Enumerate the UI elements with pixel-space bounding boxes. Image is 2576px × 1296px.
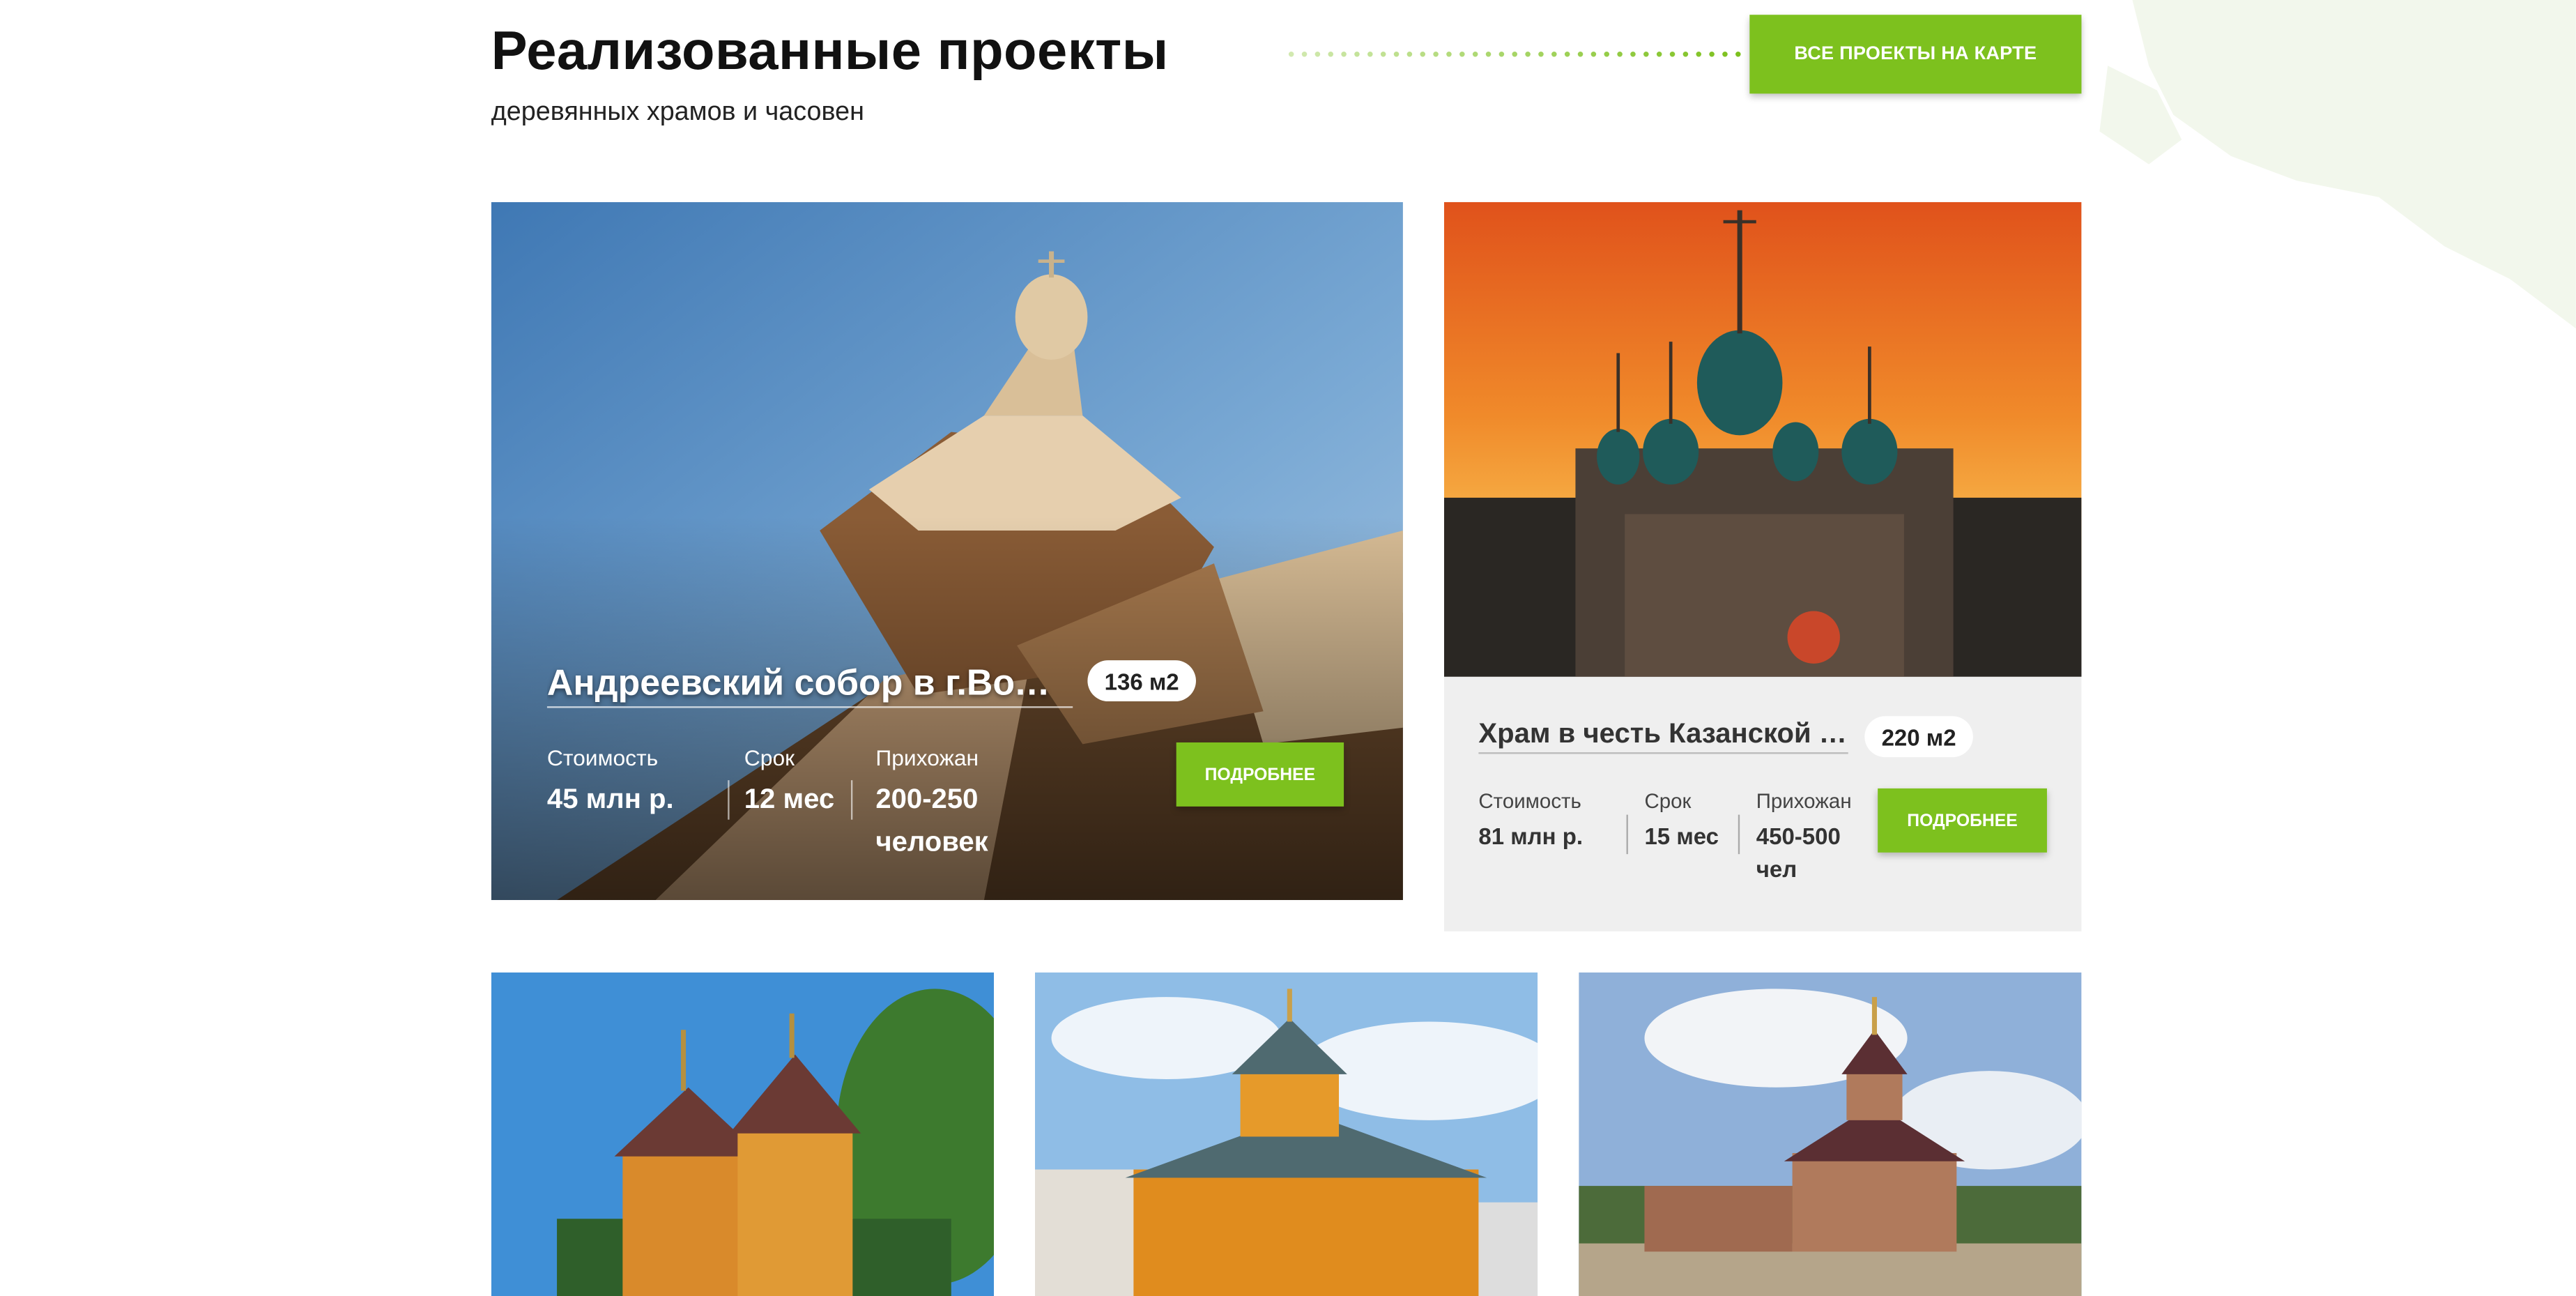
project-title[interactable]: Андреевский собор в г.Волх... (546, 662, 1073, 708)
term-label: Срок (1644, 790, 1692, 814)
cost-label: Стоимость (546, 745, 659, 771)
project-card-5[interactable] (1579, 972, 2082, 1296)
divider-dot (1656, 51, 1662, 57)
divider-dot (1367, 51, 1373, 57)
term-stat: Срок 12 мес (744, 746, 859, 821)
details-button[interactable]: ПОДРОБНЕЕ (1878, 788, 2047, 853)
divider-dot (1617, 51, 1623, 57)
parish-value: 450-500 чел (1756, 823, 1841, 883)
project-photo-2 (1443, 201, 2082, 677)
project-title[interactable]: Храм в честь Казанской и... (1478, 718, 1848, 754)
project-photo-4 (1034, 972, 1538, 1296)
divider-dot (1630, 51, 1636, 57)
all-projects-map-button[interactable]: ВСЕ ПРОЕКТЫ НА КАРТЕ (1749, 15, 2082, 94)
divider-dot (1314, 51, 1321, 57)
divider-dot (1525, 51, 1531, 57)
area-badge: 220 м2 (1864, 716, 1973, 758)
divider-dot (1354, 51, 1360, 57)
project-card-2[interactable]: Храм в честь Казанской и... 220 м2 Стоим… (1443, 201, 2082, 931)
parish-value: 200-250 человек (875, 783, 988, 857)
divider-dot (1472, 51, 1478, 57)
divider-dot (1288, 51, 1294, 57)
cost-value: 45 млн р. (546, 783, 674, 815)
divider-dot (1722, 51, 1728, 57)
term-label: Срок (744, 745, 795, 771)
divider-dot (1682, 51, 1689, 57)
divider-dot (1643, 51, 1649, 57)
divider-dot (1420, 51, 1426, 57)
divider (850, 780, 853, 820)
divider-dot (1393, 51, 1400, 57)
divider-dot (1380, 51, 1386, 57)
divider-dot (1498, 51, 1505, 57)
parish-stat: Прихожан 200-250 человек (875, 746, 1007, 864)
divider-dot (1459, 51, 1465, 57)
page-subtitle: деревянных храмов и часовен (491, 98, 864, 127)
divider-dot (1564, 51, 1570, 57)
parish-label: Прихожан (1756, 790, 1852, 814)
divider-dot (1577, 51, 1584, 57)
divider-dot (1341, 51, 1347, 57)
divider-dot (1328, 51, 1334, 57)
divider-dot (1485, 51, 1492, 57)
divider-dot (1301, 51, 1308, 57)
page: Реализованные проекты деревянных храмов … (0, 0, 2576, 1296)
divider-dot (1669, 51, 1676, 57)
divider-dot (1433, 51, 1439, 57)
cost-value: 81 млн р. (1478, 823, 1584, 850)
cost-stat: Стоимость 45 млн р. (547, 746, 728, 821)
divider-dot (1604, 51, 1610, 57)
parish-label: Прихожан (875, 745, 979, 771)
divider-dot (1512, 51, 1518, 57)
divider (728, 780, 730, 820)
divider (1626, 814, 1628, 855)
divider-dot (1590, 51, 1597, 57)
details-button[interactable]: ПОДРОБНЕЕ (1176, 742, 1344, 807)
project-card-3[interactable] (491, 972, 995, 1296)
divider-dot (1551, 51, 1557, 57)
cost-label: Стоимость (1478, 790, 1581, 814)
parish-stat: Прихожан 450-500 чел (1756, 790, 1871, 885)
term-value: 12 мес (744, 783, 835, 815)
divider-dot (1406, 51, 1413, 57)
divider-dot (1446, 51, 1452, 57)
project-photo-3 (491, 972, 995, 1296)
dotted-divider (1288, 51, 1741, 57)
term-value: 15 мес (1644, 823, 1719, 850)
cost-stat: Стоимость 81 млн р. (1478, 790, 1626, 853)
page-title: Реализованные проекты (491, 20, 1169, 81)
divider-dot (1735, 51, 1741, 57)
divider-dot (1538, 51, 1544, 57)
area-badge: 136 м2 (1087, 660, 1196, 702)
project-card-4[interactable] (1034, 972, 1538, 1296)
project-card-1[interactable]: Андреевский собор в г.Волх... 136 м2 Сто… (491, 201, 1403, 901)
divider-dot (1696, 51, 1702, 57)
divider-dot (1709, 51, 1715, 57)
divider (1738, 814, 1740, 855)
term-stat: Срок 15 мес (1644, 790, 1742, 853)
project-photo-5 (1579, 972, 2082, 1296)
